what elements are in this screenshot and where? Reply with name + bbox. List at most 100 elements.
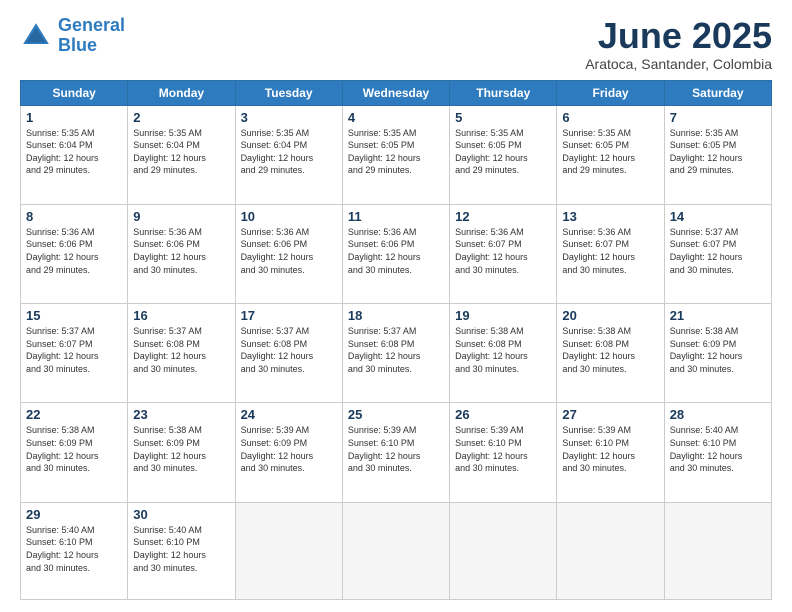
table-row bbox=[664, 502, 771, 599]
table-row: 9 Sunrise: 5:36 AM Sunset: 6:06 PM Daylig… bbox=[128, 204, 235, 303]
day-number: 6 bbox=[562, 110, 658, 125]
day-info: Sunrise: 5:37 AM Sunset: 6:07 PM Dayligh… bbox=[26, 325, 122, 375]
table-row: 25 Sunrise: 5:39 AM Sunset: 6:10 PM Dayli… bbox=[342, 403, 449, 502]
table-row bbox=[235, 502, 342, 599]
day-number: 13 bbox=[562, 209, 658, 224]
day-number: 30 bbox=[133, 507, 229, 522]
table-row: 7Sunrise: 5:35 AM Sunset: 6:05 PM Daylig… bbox=[664, 105, 771, 204]
day-info: Sunrise: 5:39 AM Sunset: 6:10 PM Dayligh… bbox=[562, 424, 658, 474]
day-number: 11 bbox=[348, 209, 444, 224]
day-info: Sunrise: 5:35 AM Sunset: 6:04 PM Dayligh… bbox=[26, 127, 122, 177]
day-number: 1 bbox=[26, 110, 122, 125]
day-number: 17 bbox=[241, 308, 337, 323]
day-info: Sunrise: 5:38 AM Sunset: 6:09 PM Dayligh… bbox=[26, 424, 122, 474]
table-row: 21 Sunrise: 5:38 AM Sunset: 6:09 PM Dayli… bbox=[664, 304, 771, 403]
col-saturday: Saturday bbox=[664, 80, 771, 105]
day-info: Sunrise: 5:35 AM Sunset: 6:04 PM Dayligh… bbox=[133, 127, 229, 177]
page: General Blue June 2025 Aratoca, Santande… bbox=[0, 0, 792, 612]
table-row bbox=[450, 502, 557, 599]
calendar-header-row: Sunday Monday Tuesday Wednesday Thursday… bbox=[21, 80, 772, 105]
day-info: Sunrise: 5:35 AM Sunset: 6:05 PM Dayligh… bbox=[562, 127, 658, 177]
day-number: 3 bbox=[241, 110, 337, 125]
table-row: 16Sunrise: 5:37 AM Sunset: 6:08 PM Dayli… bbox=[128, 304, 235, 403]
logo: General Blue bbox=[20, 16, 125, 56]
table-row bbox=[557, 502, 664, 599]
table-row: 24 Sunrise: 5:39 AM Sunset: 6:09 PM Dayli… bbox=[235, 403, 342, 502]
calendar-week-row: 15 Sunrise: 5:37 AM Sunset: 6:07 PM Dayli… bbox=[21, 304, 772, 403]
day-info: Sunrise: 5:36 AM Sunset: 6:06 PM Dayligh… bbox=[241, 226, 337, 276]
day-number: 9 bbox=[133, 209, 229, 224]
calendar-week-row: 22 Sunrise: 5:38 AM Sunset: 6:09 PM Dayli… bbox=[21, 403, 772, 502]
day-info: Sunrise: 5:38 AM Sunset: 6:09 PM Dayligh… bbox=[133, 424, 229, 474]
day-number: 25 bbox=[348, 407, 444, 422]
table-row: 3 Sunrise: 5:35 AM Sunset: 6:04 PM Daylig… bbox=[235, 105, 342, 204]
table-row: 11 Sunrise: 5:36 AM Sunset: 6:06 PM Dayli… bbox=[342, 204, 449, 303]
table-row: 26 Sunrise: 5:39 AM Sunset: 6:10 PM Dayli… bbox=[450, 403, 557, 502]
table-row: 22 Sunrise: 5:38 AM Sunset: 6:09 PM Dayli… bbox=[21, 403, 128, 502]
table-row: 13 Sunrise: 5:36 AM Sunset: 6:07 PM Dayli… bbox=[557, 204, 664, 303]
day-number: 18 bbox=[348, 308, 444, 323]
day-number: 7 bbox=[670, 110, 766, 125]
col-sunday: Sunday bbox=[21, 80, 128, 105]
col-thursday: Thursday bbox=[450, 80, 557, 105]
table-row: 2 Sunrise: 5:35 AM Sunset: 6:04 PM Daylig… bbox=[128, 105, 235, 204]
day-info: Sunrise: 5:38 AM Sunset: 6:08 PM Dayligh… bbox=[562, 325, 658, 375]
table-row: 28Sunrise: 5:40 AM Sunset: 6:10 PM Dayli… bbox=[664, 403, 771, 502]
day-number: 2 bbox=[133, 110, 229, 125]
location: Aratoca, Santander, Colombia bbox=[585, 56, 772, 72]
day-number: 23 bbox=[133, 407, 229, 422]
day-number: 29 bbox=[26, 507, 122, 522]
day-info: Sunrise: 5:37 AM Sunset: 6:08 PM Dayligh… bbox=[133, 325, 229, 375]
day-number: 14 bbox=[670, 209, 766, 224]
day-number: 28 bbox=[670, 407, 766, 422]
day-info: Sunrise: 5:40 AM Sunset: 6:10 PM Dayligh… bbox=[133, 524, 229, 574]
table-row: 5Sunrise: 5:35 AM Sunset: 6:05 PM Daylig… bbox=[450, 105, 557, 204]
header: General Blue June 2025 Aratoca, Santande… bbox=[20, 16, 772, 72]
day-number: 20 bbox=[562, 308, 658, 323]
day-info: Sunrise: 5:37 AM Sunset: 6:08 PM Dayligh… bbox=[241, 325, 337, 375]
logo-icon bbox=[20, 20, 52, 52]
day-info: Sunrise: 5:36 AM Sunset: 6:07 PM Dayligh… bbox=[455, 226, 551, 276]
table-row: 30 Sunrise: 5:40 AM Sunset: 6:10 PM Dayli… bbox=[128, 502, 235, 599]
day-number: 24 bbox=[241, 407, 337, 422]
day-info: Sunrise: 5:37 AM Sunset: 6:07 PM Dayligh… bbox=[670, 226, 766, 276]
day-info: Sunrise: 5:35 AM Sunset: 6:04 PM Dayligh… bbox=[241, 127, 337, 177]
day-number: 27 bbox=[562, 407, 658, 422]
calendar-table: Sunday Monday Tuesday Wednesday Thursday… bbox=[20, 80, 772, 600]
day-info: Sunrise: 5:36 AM Sunset: 6:06 PM Dayligh… bbox=[133, 226, 229, 276]
table-row: 10 Sunrise: 5:36 AM Sunset: 6:06 PM Dayli… bbox=[235, 204, 342, 303]
day-info: Sunrise: 5:39 AM Sunset: 6:09 PM Dayligh… bbox=[241, 424, 337, 474]
day-number: 26 bbox=[455, 407, 551, 422]
day-info: Sunrise: 5:37 AM Sunset: 6:08 PM Dayligh… bbox=[348, 325, 444, 375]
calendar-week-row: 29 Sunrise: 5:40 AM Sunset: 6:10 PM Dayli… bbox=[21, 502, 772, 599]
day-number: 10 bbox=[241, 209, 337, 224]
table-row bbox=[342, 502, 449, 599]
day-number: 4 bbox=[348, 110, 444, 125]
col-tuesday: Tuesday bbox=[235, 80, 342, 105]
day-info: Sunrise: 5:36 AM Sunset: 6:07 PM Dayligh… bbox=[562, 226, 658, 276]
table-row: 14 Sunrise: 5:37 AM Sunset: 6:07 PM Dayli… bbox=[664, 204, 771, 303]
day-info: Sunrise: 5:38 AM Sunset: 6:08 PM Dayligh… bbox=[455, 325, 551, 375]
col-friday: Friday bbox=[557, 80, 664, 105]
day-info: Sunrise: 5:39 AM Sunset: 6:10 PM Dayligh… bbox=[455, 424, 551, 474]
day-number: 12 bbox=[455, 209, 551, 224]
day-info: Sunrise: 5:40 AM Sunset: 6:10 PM Dayligh… bbox=[26, 524, 122, 574]
table-row: 19Sunrise: 5:38 AM Sunset: 6:08 PM Dayli… bbox=[450, 304, 557, 403]
day-number: 22 bbox=[26, 407, 122, 422]
table-row: 12 Sunrise: 5:36 AM Sunset: 6:07 PM Dayli… bbox=[450, 204, 557, 303]
logo-text: General Blue bbox=[58, 16, 125, 56]
day-number: 15 bbox=[26, 308, 122, 323]
day-info: Sunrise: 5:39 AM Sunset: 6:10 PM Dayligh… bbox=[348, 424, 444, 474]
col-wednesday: Wednesday bbox=[342, 80, 449, 105]
day-info: Sunrise: 5:36 AM Sunset: 6:06 PM Dayligh… bbox=[26, 226, 122, 276]
table-row: 23 Sunrise: 5:38 AM Sunset: 6:09 PM Dayli… bbox=[128, 403, 235, 502]
day-info: Sunrise: 5:36 AM Sunset: 6:06 PM Dayligh… bbox=[348, 226, 444, 276]
table-row: 29 Sunrise: 5:40 AM Sunset: 6:10 PM Dayli… bbox=[21, 502, 128, 599]
table-row: 1 Sunrise: 5:35 AM Sunset: 6:04 PM Daylig… bbox=[21, 105, 128, 204]
day-info: Sunrise: 5:38 AM Sunset: 6:09 PM Dayligh… bbox=[670, 325, 766, 375]
day-number: 5 bbox=[455, 110, 551, 125]
day-info: Sunrise: 5:35 AM Sunset: 6:05 PM Dayligh… bbox=[348, 127, 444, 177]
calendar-week-row: 1 Sunrise: 5:35 AM Sunset: 6:04 PM Daylig… bbox=[21, 105, 772, 204]
day-number: 21 bbox=[670, 308, 766, 323]
col-monday: Monday bbox=[128, 80, 235, 105]
